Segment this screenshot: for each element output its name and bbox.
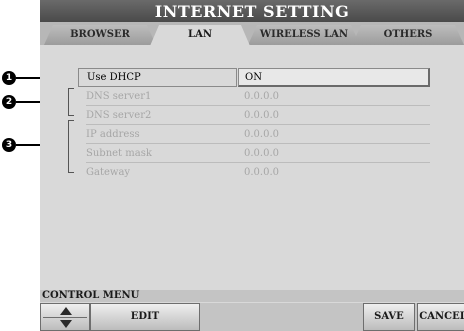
bracket-2-bottom [68,115,74,116]
bracket-2-top [68,88,74,89]
bracket-3-bottom [68,172,74,173]
control-menu-label: CONTROL MENU [40,290,464,302]
callout-3: 3 [2,138,16,152]
ip-address-value: 0.0.0.0 [238,125,430,144]
callout-1: 1 [2,71,16,85]
dns-server1-value: 0.0.0.0 [238,87,430,106]
use-dhcp-label: Use DHCP [78,68,237,87]
down-arrow-icon[interactable] [60,320,72,328]
control-menu-bar: EDIT SAVE CANCEL [40,303,464,331]
setting-row-dns-server2: DNS server2 0.0.0.0 [78,106,430,125]
use-dhcp-value[interactable]: ON [238,68,430,87]
gateway-value: 0.0.0.0 [238,163,430,182]
bracket-3-top [68,120,74,121]
callout-2: 2 [2,95,16,109]
tab-bar: BROWSER WIRELESS LAN OTHERS LAN [40,22,464,45]
bracket-3 [68,120,69,172]
tab-others[interactable]: OTHERS [352,25,464,45]
tab-lan[interactable]: LAN [150,25,250,46]
window-title: INTERNET SETTING [40,0,464,22]
setting-row-gateway: Gateway 0.0.0.0 [78,163,430,182]
gateway-label: Gateway [78,163,237,182]
setting-row-dns-server1: DNS server1 0.0.0.0 [78,87,430,106]
subnet-mask-value: 0.0.0.0 [238,144,430,163]
setting-row-ip-address: IP address 0.0.0.0 [78,125,430,144]
dns-server2-label: DNS server2 [78,106,237,125]
dns-server1-label: DNS server1 [78,87,237,106]
internet-setting-screen: INTERNET SETTING BROWSER WIRELESS LAN OT… [40,0,464,331]
up-arrow-icon[interactable] [60,307,72,315]
subnet-mask-label: Subnet mask [78,144,237,163]
setting-row-subnet-mask: Subnet mask 0.0.0.0 [78,144,430,163]
dns-server2-value: 0.0.0.0 [238,106,430,125]
arrow-divider [43,317,87,318]
tab-wireless-lan[interactable]: WIRELESS LAN [248,25,360,45]
setting-row-use-dhcp: Use DHCP ON [78,68,430,87]
cancel-button[interactable]: CANCEL [417,303,464,331]
tab-browser[interactable]: BROWSER [44,25,156,45]
edit-button[interactable]: EDIT [90,303,200,331]
lan-settings-list: Use DHCP ON DNS server1 0.0.0.0 DNS serv… [78,68,430,182]
ip-address-label: IP address [78,125,237,144]
bracket-2 [68,88,69,115]
up-down-arrow-button[interactable] [40,303,90,331]
save-button[interactable]: SAVE [363,303,415,331]
